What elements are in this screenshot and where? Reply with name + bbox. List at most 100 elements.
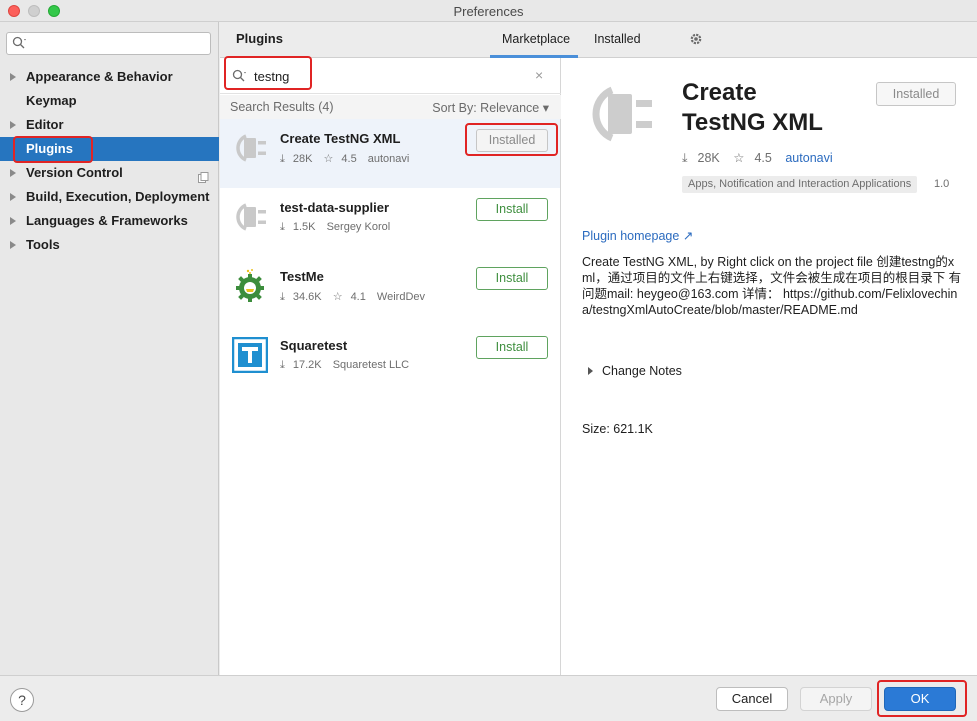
- sidebar-item-label: Build, Execution, Deployment: [26, 189, 210, 204]
- plugin-homepage-link[interactable]: Plugin homepage ↗: [582, 228, 693, 243]
- testme-gear-icon: [232, 268, 268, 304]
- plugin-list-pane: × Search Results (4) Sort By: Relevance …: [220, 58, 561, 675]
- dialog-footer: ? Cancel Apply OK: [0, 675, 977, 721]
- download-icon: ⤓: [280, 291, 285, 303]
- download-count: 28K: [697, 151, 720, 165]
- plugin-detail-title: Create TestNG XML: [682, 78, 872, 138]
- results-header: Search Results (4) Sort By: Relevance ▾: [220, 95, 561, 119]
- plugin-size: Size: 621.1K: [582, 422, 653, 436]
- results-count: Search Results (4): [230, 100, 334, 114]
- sidebar-item-plugins[interactable]: Plugins: [0, 137, 219, 161]
- plugin-name: test-data-supplier: [280, 200, 390, 215]
- rating: 4.5: [341, 153, 357, 165]
- download-count: 34.6K: [292, 291, 322, 303]
- rating: 4.5: [754, 151, 772, 165]
- plugin-list-item[interactable]: test-data-supplier ⤓ 1.5K Sergey Korol In…: [220, 188, 560, 257]
- title-bar: Preferences: [0, 0, 977, 22]
- sidebar-item-appearance-behavior[interactable]: Appearance & Behavior: [0, 65, 219, 89]
- settings-search-box[interactable]: [6, 32, 211, 55]
- sidebar-item-label: Editor: [26, 117, 64, 132]
- rating: 4.1: [350, 291, 366, 303]
- plugin-meta: ⤓ 28K ☆ 4.5 autonavi: [280, 152, 417, 166]
- vendor: WeirdDev: [376, 291, 426, 303]
- plugin-detail-meta: ⤓ 28K ☆ 4.5 autonavi: [682, 150, 843, 166]
- sidebar-item-label: Keymap: [26, 93, 77, 108]
- vendor: Sergey Korol: [326, 221, 391, 233]
- clear-search-icon[interactable]: ×: [535, 67, 543, 83]
- expand-arrow-icon: [588, 367, 593, 375]
- apply-button[interactable]: Apply: [800, 687, 872, 711]
- change-notes-label: Change Notes: [602, 364, 682, 378]
- expand-arrow-icon[interactable]: [10, 193, 16, 201]
- tab-installed[interactable]: Installed: [594, 32, 641, 46]
- plugin-list-item[interactable]: Create TestNG XML ⤓ 28K ☆ 4.5 autonavi Ins…: [220, 119, 560, 188]
- sort-by-dropdown[interactable]: Sort By: Relevance ▾: [432, 100, 549, 115]
- search-icon: [12, 36, 28, 53]
- plug-icon: [232, 199, 268, 235]
- settings-search-input[interactable]: [31, 35, 206, 52]
- sidebar-item-tools[interactable]: Tools: [0, 233, 219, 257]
- window-title: Preferences: [453, 4, 524, 19]
- expand-arrow-icon[interactable]: [10, 121, 16, 129]
- plugin-name: Squaretest: [280, 338, 348, 353]
- star-icon: ☆: [323, 153, 334, 165]
- sidebar-item-label: Plugins: [26, 141, 73, 156]
- star-icon: ☆: [332, 291, 343, 303]
- search-icon: [232, 69, 248, 86]
- plugin-meta: ⤓ 34.6K ☆ 4.1 WeirdDev: [280, 290, 433, 304]
- plugin-meta: ⤓ 1.5K Sergey Korol: [280, 221, 398, 234]
- sidebar-item-keymap[interactable]: Keymap: [0, 89, 219, 113]
- plugin-version: 1.0: [934, 178, 950, 190]
- plugin-name: Create TestNG XML: [280, 131, 401, 146]
- download-count: 17.2K: [292, 359, 322, 371]
- download-count: 28K: [292, 153, 313, 165]
- sidebar-item-label: Appearance & Behavior: [26, 69, 173, 84]
- plugin-detail-pane: Create TestNG XML Installed ⤓ 28K ☆ 4.5 au…: [562, 58, 977, 675]
- sidebar-item-version-control[interactable]: Version Control: [0, 161, 219, 185]
- detail-installed-button[interactable]: Installed: [876, 82, 956, 106]
- installed-button[interactable]: Installed: [476, 129, 548, 152]
- plugin-name: TestMe: [280, 269, 324, 284]
- expand-arrow-icon[interactable]: [10, 169, 16, 177]
- plugin-detail-title-line2: TestNG XML: [682, 109, 823, 136]
- install-button[interactable]: Install: [476, 198, 548, 221]
- sidebar-item-label: Version Control: [26, 165, 123, 180]
- cancel-button[interactable]: Cancel: [716, 687, 788, 711]
- sidebar-item-label: Languages & Frameworks: [26, 213, 188, 228]
- plugins-panel: Plugins Marketplace Installed × Search R…: [220, 22, 977, 675]
- download-icon: ⤓: [280, 359, 285, 371]
- settings-sidebar: Appearance & Behavior Keymap Editor Plug…: [0, 22, 219, 675]
- ok-button[interactable]: OK: [884, 687, 956, 711]
- sidebar-item-languages-frameworks[interactable]: Languages & Frameworks: [0, 209, 219, 233]
- page-title: Plugins: [236, 31, 283, 46]
- expand-arrow-icon[interactable]: [10, 241, 16, 249]
- tab-marketplace[interactable]: Marketplace: [502, 32, 570, 46]
- plugin-meta: ⤓ 17.2K Squaretest LLC: [280, 359, 417, 372]
- plug-icon: [584, 78, 656, 153]
- download-count: 1.5K: [292, 221, 316, 233]
- sidebar-item-editor[interactable]: Editor: [0, 113, 219, 137]
- plugin-list-item[interactable]: TestMe ⤓ 34.6K ☆ 4.1 WeirdDev Install: [220, 257, 560, 326]
- change-notes-toggle[interactable]: Change Notes: [588, 364, 682, 378]
- star-icon: ☆: [733, 151, 745, 165]
- expand-arrow-icon[interactable]: [10, 73, 16, 81]
- plugins-header: Plugins Marketplace Installed: [220, 22, 977, 58]
- install-button[interactable]: Install: [476, 267, 548, 290]
- gear-icon[interactable]: [689, 32, 703, 49]
- vendor-link[interactable]: autonavi: [785, 151, 832, 165]
- sidebar-item-label: Tools: [26, 237, 60, 252]
- squaretest-logo-icon: [231, 336, 269, 374]
- download-icon: ⤓: [682, 151, 688, 165]
- sidebar-item-build-execution-deployment[interactable]: Build, Execution, Deployment: [0, 185, 219, 209]
- plugin-search-input[interactable]: [254, 67, 504, 85]
- plugin-detail-title-line1: Create: [682, 79, 757, 106]
- install-button[interactable]: Install: [476, 336, 548, 359]
- plugin-list-item[interactable]: Squaretest ⤓ 17.2K Squaretest LLC Install: [220, 326, 560, 395]
- download-icon: ⤓: [280, 153, 285, 165]
- plugin-search-box[interactable]: ×: [220, 58, 561, 94]
- expand-arrow-icon[interactable]: [10, 217, 16, 225]
- plugin-description: Create TestNG XML, by Right click on the…: [582, 255, 962, 317]
- vendor: Squaretest LLC: [332, 359, 410, 371]
- help-button[interactable]: ?: [10, 688, 34, 712]
- category-tag[interactable]: Apps, Notification and Interaction Appli…: [682, 176, 918, 193]
